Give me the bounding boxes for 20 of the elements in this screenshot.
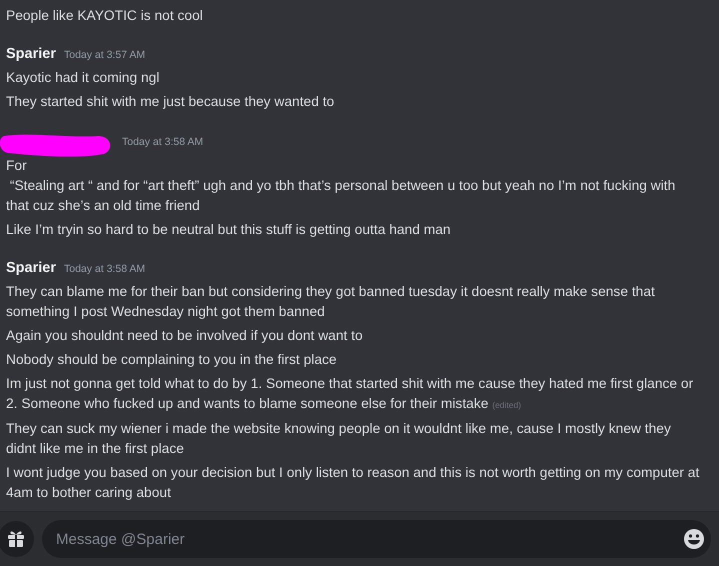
message-text: They can suck my wiener i made the website knowing people on it wouldnt like me, cause I mostly knew they didnt like me in the first place	[6, 421, 672, 456]
gift-icon	[6, 529, 26, 549]
message-text: Im just not gonna get told what to do by 1. Someone that started shit with me cause they hated me first glance or 2. Someone who fucked up and wants to blame someone else for their mistake (edited)	[6, 376, 694, 411]
emoji-icon[interactable]	[683, 528, 705, 550]
message-text: Again you shouldnt need to be involved if you dont want to	[6, 328, 363, 343]
timestamp: Today at 3:58 AM	[122, 136, 204, 148]
message-text: Nobody should be complaining to you in the first place	[6, 352, 337, 367]
username[interactable]: Sparier	[6, 260, 56, 276]
gift-button[interactable]	[0, 521, 34, 557]
timestamp: Today at 3:57 AM	[64, 49, 146, 61]
timestamp: Today at 3:58 AM	[64, 263, 146, 275]
message-text: They can blame me for their ban but considering they got banned tuesday it doesnt really make sense that something I post Wednesday night got them banned	[6, 284, 656, 319]
message-field[interactable]: Message @Sparier	[42, 520, 711, 558]
message-text: For “Stealing art “ and for “art theft” ugh and yo tbh that’s personal between u too but yeah no I’m not fucking with that cuz she’s an old time friend	[6, 158, 676, 213]
message-text: They started shit with me just because they wanted to	[6, 94, 334, 109]
message-text: People like KAYOTIC is not cool	[6, 8, 203, 23]
message-text: I wont judge you based on your decision but I only listen to reason and this is not worth getting on my computer at 4am to bother caring about	[6, 465, 700, 500]
message-text: Kayotic had it coming ngl	[6, 70, 160, 85]
username[interactable]: Sparier	[6, 46, 56, 62]
message-text: Like I’m tryin so hard to be neutral but this stuff is getting outta hand man	[6, 222, 451, 237]
